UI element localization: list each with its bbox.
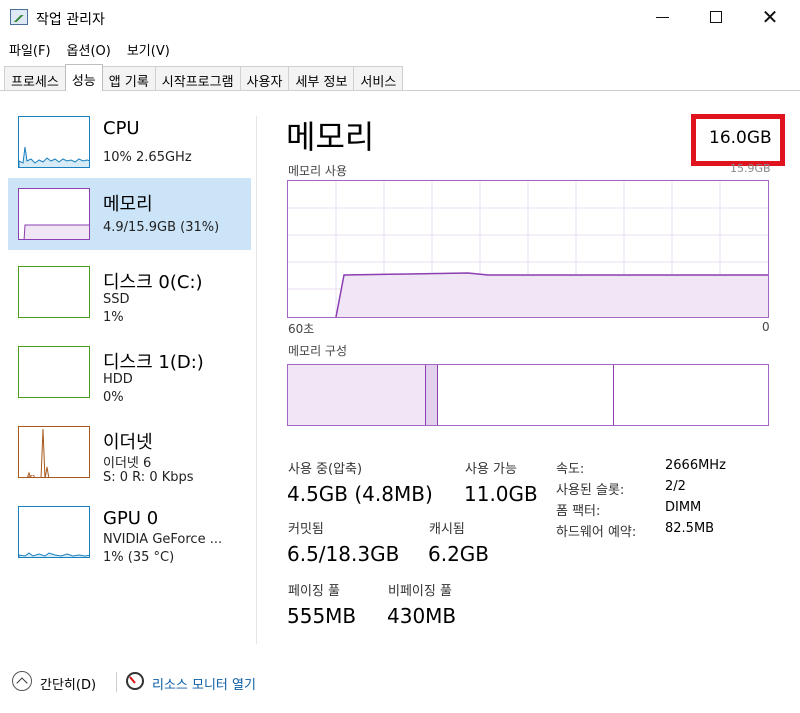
disk0-thumbnail-graph	[18, 266, 90, 318]
memory-composition-label: 메모리 구성	[288, 344, 348, 358]
available-label: 사용 가능	[465, 462, 517, 477]
sidebar-item-cpu[interactable]: CPU 10% 2.65GHz	[8, 106, 251, 178]
gpu-thumbnail-graph	[18, 506, 90, 558]
committed-label: 커밋됨	[288, 522, 324, 537]
form-factor-value: DIMM	[665, 500, 702, 515]
page-title: 메모리	[286, 118, 375, 156]
sidebar-item-disk-0[interactable]: 디스크 0(C:) SSD 1%	[8, 256, 251, 328]
performance-sidebar: CPU 10% 2.65GHz 메모리 4.9/15.9GB (31%) 디스크…	[0, 94, 256, 646]
sidebar-item-value: 1% (35 °C)	[103, 550, 175, 565]
sidebar-item-title: 디스크 1(D:)	[103, 352, 204, 373]
time-axis-left: 60초	[288, 322, 315, 336]
slots-used-value: 2/2	[665, 479, 686, 494]
memory-usage-label: 메모리 사용	[288, 164, 348, 178]
footer-bar: 간단히(D) 리소스 모니터 열기	[0, 664, 800, 704]
highlight-annotation	[691, 114, 785, 166]
slots-used-label: 사용된 슬롯:	[556, 483, 625, 498]
sidebar-item-subtitle: SSD	[103, 292, 130, 307]
sidebar-item-subtitle: 10% 2.65GHz	[103, 150, 192, 165]
sidebar-item-title: 이더넷	[103, 432, 153, 453]
menu-view[interactable]: 보기(V)	[118, 36, 177, 60]
hardware-reserved-value: 82.5MB	[665, 521, 715, 536]
sidebar-item-value: 0%	[103, 390, 124, 405]
sidebar-item-title: 메모리	[103, 194, 153, 215]
tab-strip: 프로세스 성능 앱 기록 시작프로그램 사용자 세부 정보 서비스	[4, 64, 404, 91]
memory-usage-max: 15.9GB	[730, 162, 771, 175]
cached-value: 6.2GB	[428, 542, 490, 566]
nonpaged-pool-value: 430MB	[387, 604, 457, 628]
tab-performance[interactable]: 성능	[64, 64, 103, 91]
memory-usage-graph	[288, 181, 768, 318]
sidebar-item-subtitle: 이더넷 6	[103, 456, 152, 471]
in-use-value: 4.5GB (4.8MB)	[287, 482, 433, 506]
sidebar-item-subtitle: NVIDIA GeForce ...	[103, 532, 223, 547]
sidebar-item-memory[interactable]: 메모리 4.9/15.9GB (31%)	[8, 178, 251, 250]
tab-processes[interactable]: 프로세스	[4, 66, 66, 90]
tab-divider	[0, 90, 800, 91]
title-bar: 작업 관리자 ✕	[0, 0, 800, 36]
paged-pool-label: 페이징 풀	[288, 584, 340, 599]
composition-modified	[426, 365, 438, 425]
maximize-icon	[710, 11, 722, 23]
sidebar-item-subtitle: HDD	[103, 372, 133, 387]
sidebar-item-title: 디스크 0(C:)	[103, 272, 203, 293]
sidebar-item-disk-1[interactable]: 디스크 1(D:) HDD 0%	[8, 336, 251, 408]
available-value: 11.0GB	[464, 482, 538, 506]
tab-services[interactable]: 서비스	[353, 66, 404, 90]
speed-label: 속도:	[556, 462, 585, 477]
cpu-thumbnail-graph	[18, 116, 90, 168]
tab-details[interactable]: 세부 정보	[288, 66, 355, 90]
menu-bar: 파일(F) 옵션(O) 보기(V)	[0, 36, 800, 60]
menu-options[interactable]: 옵션(O)	[58, 36, 118, 60]
committed-value: 6.5/18.3GB	[287, 542, 400, 566]
hardware-reserved-label: 하드웨어 예약:	[556, 525, 637, 540]
fewer-details-button[interactable]: 간단히(D)	[40, 674, 96, 693]
memory-composition-bar	[287, 364, 769, 426]
sidebar-item-title: GPU 0	[103, 508, 159, 529]
minimize-button[interactable]	[636, 0, 688, 34]
sidebar-divider	[256, 116, 257, 644]
nonpaged-pool-label: 비페이징 풀	[388, 584, 452, 599]
speed-value: 2666MHz	[665, 458, 726, 473]
paged-pool-value: 555MB	[287, 604, 357, 628]
sidebar-item-value: 1%	[103, 310, 124, 325]
minimize-icon	[655, 16, 669, 18]
task-manager-icon	[10, 9, 28, 25]
time-axis-right: 0	[762, 320, 770, 334]
tab-users[interactable]: 사용자	[239, 66, 290, 90]
close-icon: ✕	[761, 5, 779, 29]
form-factor-label: 폼 팩터:	[556, 504, 601, 519]
memory-usage-chart	[287, 180, 769, 318]
maximize-button[interactable]	[690, 0, 742, 34]
sidebar-item-value: S: 0 R: 0 Kbps	[103, 470, 194, 485]
footer-separator	[116, 672, 117, 692]
ethernet-thumbnail-graph	[18, 426, 90, 478]
close-button[interactable]: ✕	[744, 0, 796, 34]
sidebar-item-ethernet[interactable]: 이더넷 이더넷 6 S: 0 R: 0 Kbps	[8, 416, 251, 488]
tab-app-history[interactable]: 앱 기록	[101, 66, 156, 90]
composition-in-use	[288, 365, 426, 425]
chevron-up-icon[interactable]	[12, 671, 32, 691]
in-use-label: 사용 중(압축)	[288, 462, 363, 477]
menu-file[interactable]: 파일(F)	[0, 36, 58, 60]
cached-label: 캐시됨	[429, 522, 465, 537]
tab-startup[interactable]: 시작프로그램	[154, 66, 241, 90]
memory-thumbnail-graph	[18, 188, 90, 240]
sidebar-item-title: CPU	[103, 118, 140, 139]
sidebar-item-gpu[interactable]: GPU 0 NVIDIA GeForce ... 1% (35 °C)	[8, 496, 251, 568]
window-title: 작업 관리자	[36, 12, 105, 28]
disk1-thumbnail-graph	[18, 346, 90, 398]
open-resource-monitor-link[interactable]: 리소스 모니터 열기	[152, 674, 256, 693]
composition-standby-divider	[613, 365, 614, 425]
sidebar-item-subtitle: 4.9/15.9GB (31%)	[103, 220, 220, 235]
resource-monitor-icon	[126, 672, 144, 690]
